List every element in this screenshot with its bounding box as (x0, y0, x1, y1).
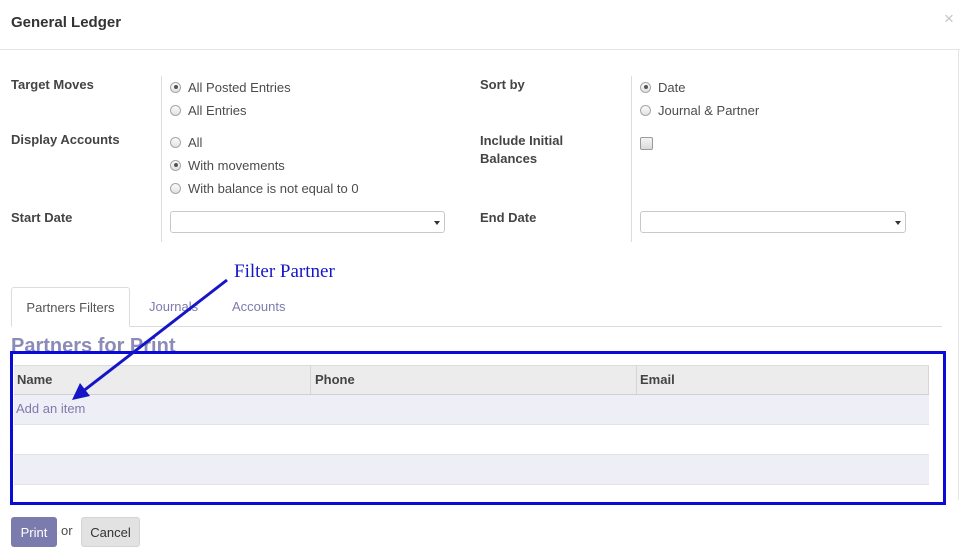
or-text: or (61, 523, 73, 538)
cancel-button[interactable]: Cancel (81, 517, 140, 547)
print-button[interactable]: Print (11, 517, 57, 547)
annotation-arrow-icon (72, 278, 228, 400)
